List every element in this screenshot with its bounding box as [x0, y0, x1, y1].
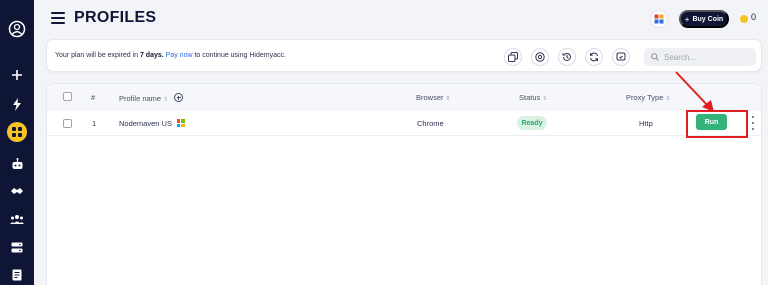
col-proxy-type[interactable]: Proxy Type ⇕ [626, 93, 670, 102]
sort-icon[interactable]: ⇕ [446, 96, 451, 102]
annotation-highlight-box [686, 110, 748, 138]
add-icon[interactable] [0, 68, 34, 82]
notice-days: 7 days. [139, 52, 164, 59]
row-checkbox[interactable] [63, 119, 72, 128]
col-proxy-type-label: Proxy Type [626, 93, 664, 102]
team-icon[interactable] [0, 212, 34, 226]
table-header: # Profile name ⇕ Browser ⇕ Status ⇕ Proxy T… [47, 84, 761, 110]
search-input[interactable] [664, 52, 749, 62]
apps-icon[interactable] [650, 10, 668, 28]
copy-icon[interactable] [504, 48, 522, 66]
sidebar [0, 0, 34, 285]
buy-coin-button[interactable]: + Buy Coin [679, 10, 729, 28]
profiles-table: # Profile name ⇕ Browser ⇕ Status ⇕ Proxy T… [46, 83, 762, 285]
col-profile-name-label: Profile name [119, 94, 162, 103]
search-box[interactable] [644, 48, 756, 66]
server-icon[interactable] [0, 240, 34, 254]
plus-icon: + [684, 14, 690, 24]
col-status[interactable]: Status ⇕ [519, 93, 547, 102]
windows-icon [176, 119, 185, 127]
select-all-checkbox[interactable] [63, 92, 72, 101]
col-index: # [91, 93, 96, 102]
shield-icon[interactable] [612, 48, 630, 66]
robot-icon[interactable] [0, 157, 34, 171]
add-column-icon[interactable] [174, 93, 184, 102]
notice-suffix: to continue using Hidemyacc. [192, 52, 286, 59]
col-profile-name[interactable]: Profile name ⇕ [119, 93, 184, 103]
annotation-arrow-icon [675, 71, 714, 112]
col-browser-label: Browser [416, 93, 444, 102]
col-browser[interactable]: Browser ⇕ [416, 93, 451, 102]
document-icon[interactable] [0, 268, 34, 282]
col-status-label: Status [519, 93, 541, 102]
row-index: 1 [92, 119, 97, 128]
refresh-icon[interactable] [585, 48, 603, 66]
handshake-icon[interactable] [0, 184, 34, 198]
table-row[interactable]: 1 Nodemaven US Chrome Ready Http Run [47, 111, 761, 136]
pay-now-link[interactable]: Pay now [166, 52, 193, 59]
menu-icon[interactable] [51, 12, 65, 24]
profiles-grid-icon[interactable] [7, 122, 27, 142]
coin-icon [740, 15, 748, 23]
user-account-icon[interactable] [0, 18, 34, 40]
browser-cell: Chrome [417, 119, 444, 128]
notice-prefix: Your plan will be expired in [55, 52, 140, 59]
header: PROFILES + Buy Coin 0 [34, 0, 768, 38]
sort-icon[interactable]: ⇕ [163, 97, 168, 103]
history-icon[interactable] [558, 48, 576, 66]
more-options-icon[interactable] [751, 116, 755, 130]
plan-notice-bar: Your plan will be expired in 7 days. Pay… [46, 39, 762, 72]
proxy-type-cell: Http [639, 119, 653, 128]
sort-icon[interactable]: ⇕ [542, 96, 547, 102]
proxy-icon[interactable] [531, 48, 549, 66]
page-title: PROFILES [74, 9, 157, 26]
status-badge: Ready [517, 116, 547, 130]
buy-coin-label: Buy Coin [692, 15, 724, 23]
search-icon [651, 53, 659, 61]
lightning-icon[interactable] [0, 97, 34, 111]
coin-count: 0 [751, 12, 757, 22]
profile-name-cell: Nodemaven US [119, 119, 185, 128]
plan-notice-text: Your plan will be expired in 7 days. Pay… [55, 52, 286, 59]
profile-name[interactable]: Nodemaven US [119, 119, 172, 128]
